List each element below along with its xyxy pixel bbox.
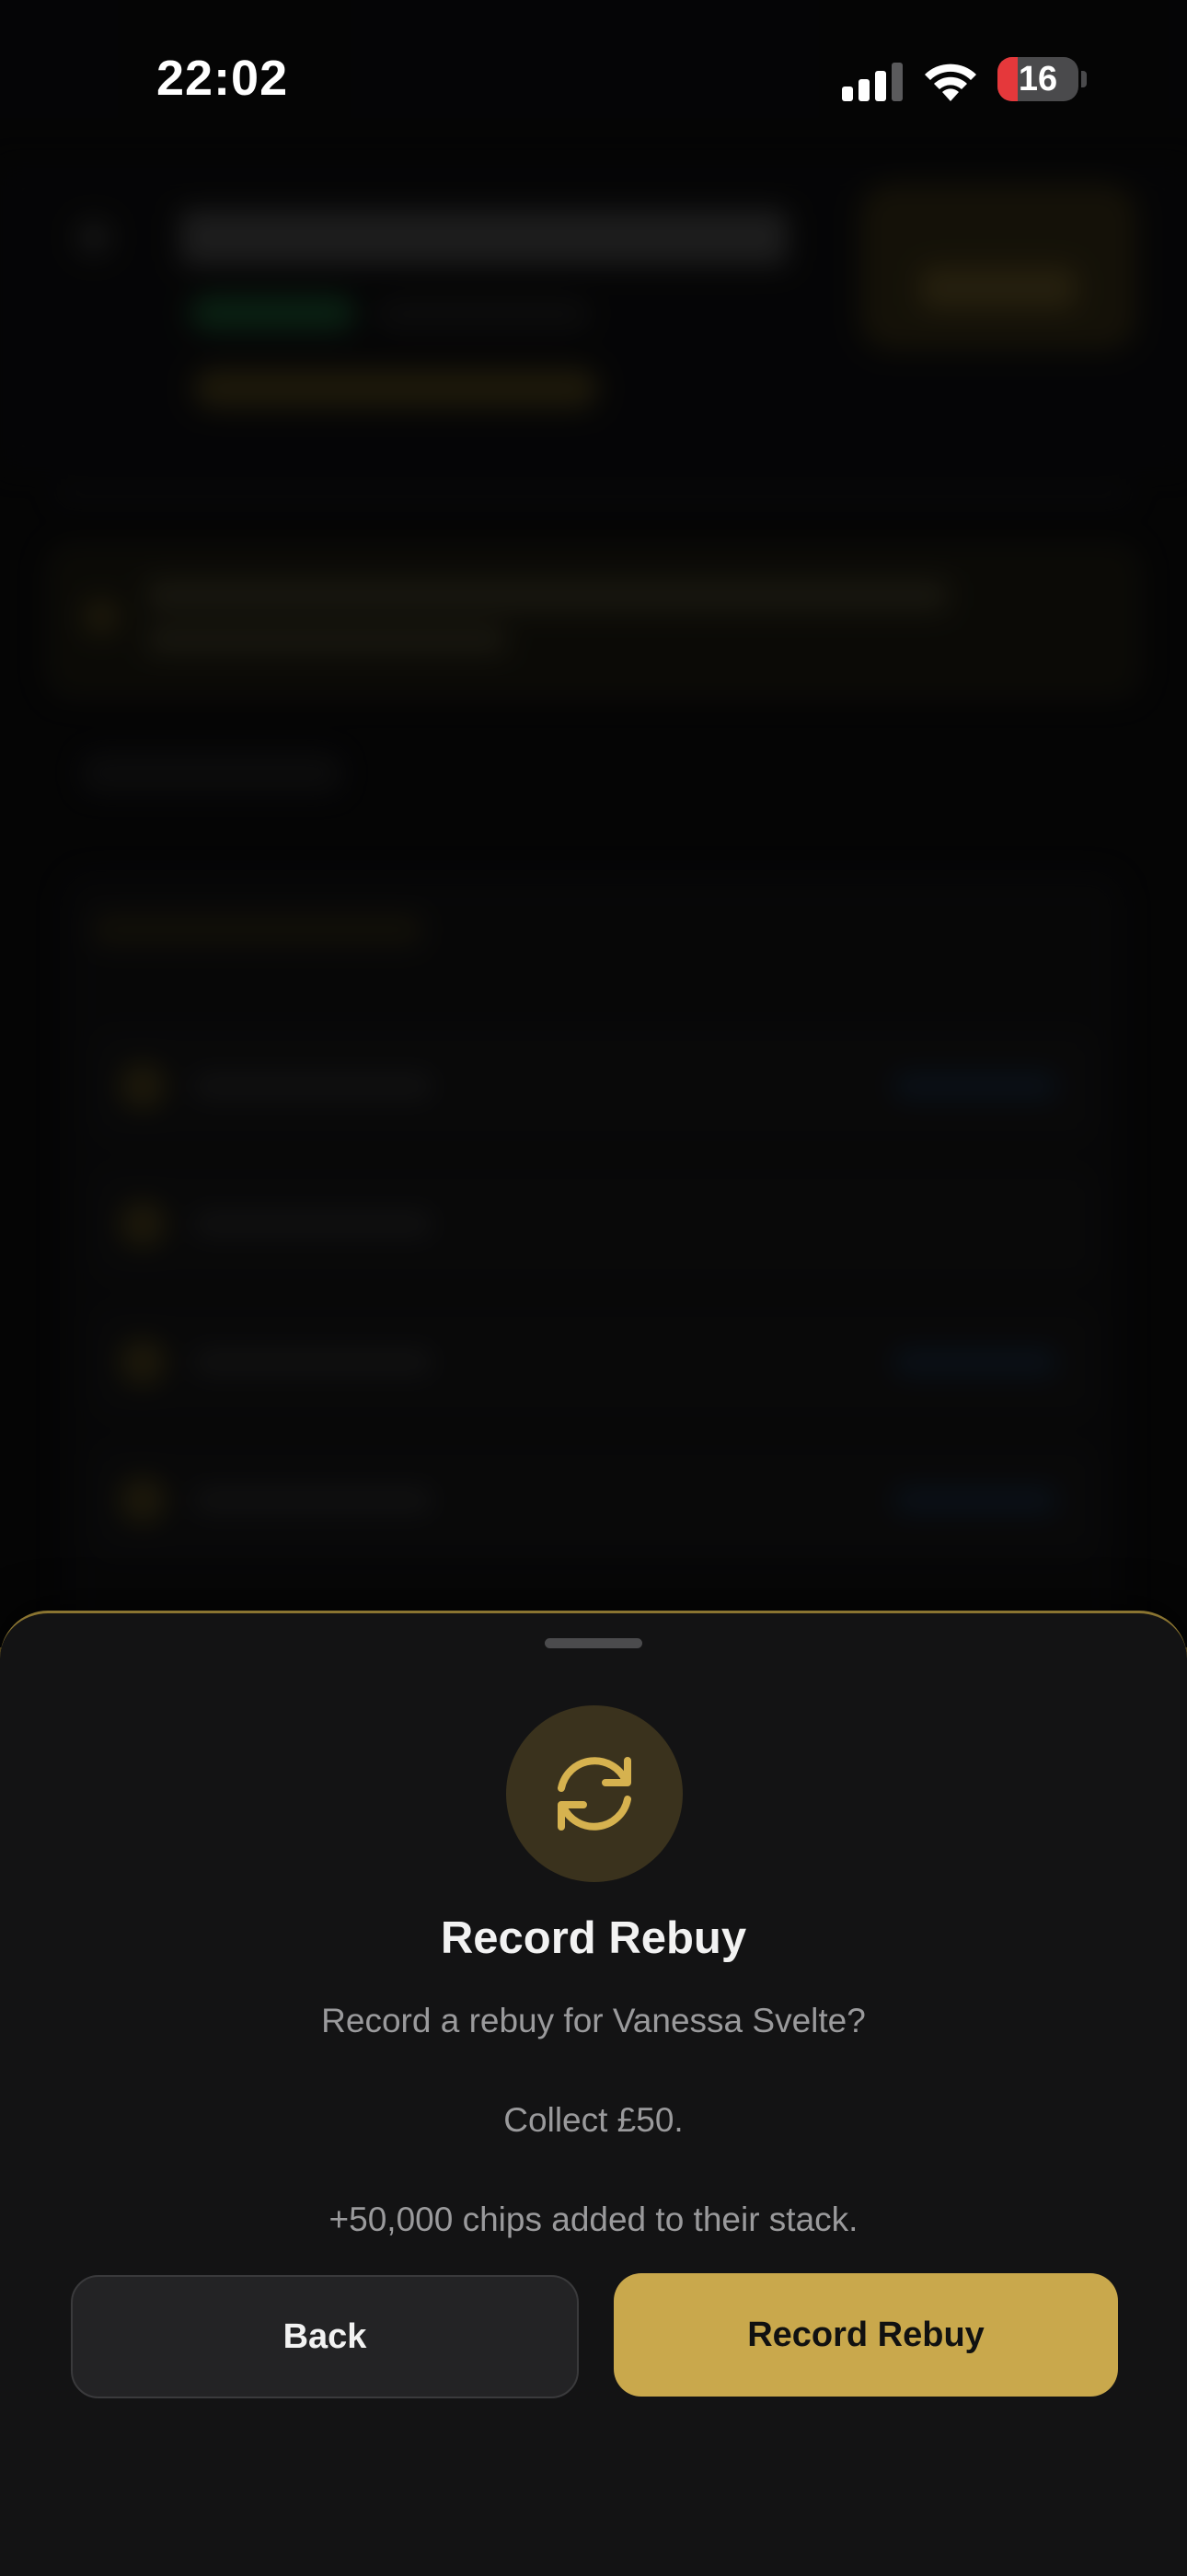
sheet-title: Record Rebuy xyxy=(440,1913,747,1963)
battery-icon: 16 xyxy=(997,57,1078,101)
sheet-message-line: Collect £50. xyxy=(503,2101,684,2139)
sheet-grabber[interactable] xyxy=(545,1638,642,1648)
battery-percent: 16 xyxy=(1018,60,1058,98)
back-button[interactable]: Back xyxy=(71,2275,579,2398)
record-rebuy-sheet: Record Rebuy Record a rebuy for Vanessa … xyxy=(0,1611,1187,2576)
wifi-icon xyxy=(925,64,976,101)
signal-icon xyxy=(842,61,906,101)
battery-cap xyxy=(1081,71,1087,87)
refresh-icon xyxy=(558,1757,631,1831)
sheet-message-line: Record a rebuy for Vanessa Svelte? xyxy=(321,2002,866,2039)
status-bar: 22:02 16 xyxy=(0,0,1187,166)
sheet-message-line: +50,000 chips added to their stack. xyxy=(328,2201,859,2238)
record-rebuy-button[interactable]: Record Rebuy xyxy=(614,2273,1118,2397)
status-time: 22:02 xyxy=(156,51,289,106)
sheet-icon-badge xyxy=(506,1705,683,1882)
